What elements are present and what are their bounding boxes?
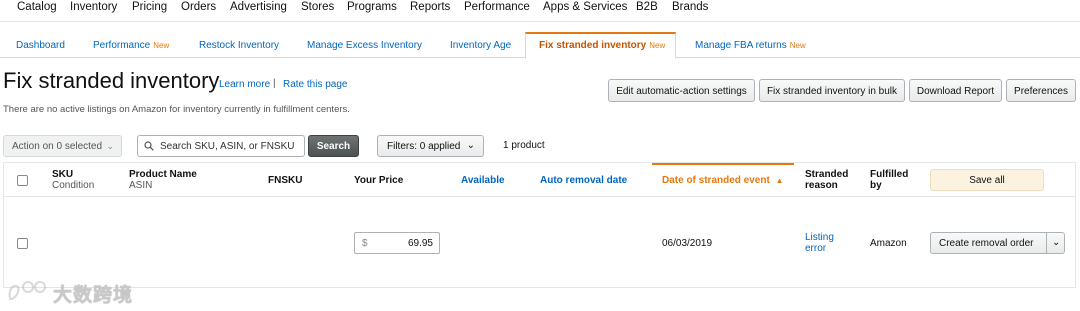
price-value: 69.95 bbox=[407, 238, 433, 249]
stranded-reason-link[interactable]: Listing error bbox=[805, 232, 834, 254]
chevron-down-icon[interactable]: ⌄ bbox=[1052, 237, 1060, 248]
tab-inventory-age[interactable]: Inventory Age bbox=[450, 32, 511, 58]
header-label: Stranded bbox=[805, 169, 849, 180]
edit-automatic-action-settings-button[interactable]: Edit automatic-action settings bbox=[608, 79, 755, 102]
learn-more-link[interactable]: Learn more bbox=[219, 79, 270, 90]
new-badge: New bbox=[789, 41, 806, 50]
reason-text: Listing bbox=[805, 232, 834, 243]
tab-label: Manage FBA returns bbox=[695, 40, 787, 51]
header-product-name[interactable]: Product Name ASIN bbox=[129, 169, 197, 191]
header-your-price: Your Price bbox=[354, 175, 404, 186]
tab-manage-excess-inventory[interactable]: Manage Excess Inventory bbox=[307, 32, 422, 58]
chevron-down-icon: ⌄ bbox=[466, 140, 475, 151]
sort-ascending-icon: ▲ bbox=[775, 176, 784, 185]
tab-label: Manage Excess Inventory bbox=[307, 40, 423, 51]
header-label: SKU bbox=[52, 169, 74, 180]
header-sku[interactable]: SKU Condition bbox=[52, 169, 94, 191]
stranded-inventory-table: SKU Condition Product Name ASIN FNSKU Yo… bbox=[3, 162, 1076, 288]
tab-performance[interactable]: Performance New bbox=[93, 32, 169, 58]
header-fnsku: FNSKU bbox=[268, 175, 303, 186]
rate-page-link[interactable]: Rate this page bbox=[283, 79, 348, 90]
search-input[interactable]: Search SKU, ASIN, or FNSKU bbox=[137, 135, 305, 157]
tab-restock-inventory[interactable]: Restock Inventory bbox=[199, 32, 279, 58]
tab-manage-fba-returns[interactable]: Manage FBA returns New bbox=[695, 32, 806, 58]
separator: | bbox=[273, 78, 276, 89]
removal-order-label: Create removal order bbox=[939, 238, 1034, 249]
filters-label: Filters: 0 applied bbox=[387, 141, 461, 152]
header-date-stranded-event[interactable]: Date of stranded event ▲ bbox=[662, 175, 784, 186]
table-header: SKU Condition Product Name ASIN FNSKU Yo… bbox=[4, 163, 1075, 197]
nav-catalog[interactable]: Catalog bbox=[17, 1, 57, 13]
header-sublabel: ASIN bbox=[129, 180, 153, 191]
nav-pricing[interactable]: Pricing bbox=[132, 1, 167, 13]
info-message: There are no active listings on Amazon f… bbox=[3, 104, 350, 115]
nav-reports[interactable]: Reports bbox=[410, 1, 450, 13]
tab-label: Inventory Age bbox=[450, 40, 512, 51]
search-placeholder: Search SKU, ASIN, or FNSKU bbox=[160, 141, 295, 152]
create-removal-order-button[interactable]: Create removal order ⌄ bbox=[930, 232, 1065, 254]
download-report-button[interactable]: Download Report bbox=[909, 79, 1002, 102]
page-title: Fix stranded inventory bbox=[3, 68, 220, 93]
save-all-button[interactable]: Save all bbox=[930, 169, 1044, 191]
tab-dashboard[interactable]: Dashboard bbox=[16, 32, 65, 58]
stranded-event-date: 06/03/2019 bbox=[662, 238, 713, 249]
select-all-checkbox[interactable] bbox=[17, 175, 28, 186]
fix-stranded-bulk-button[interactable]: Fix stranded inventory in bulk bbox=[759, 79, 905, 102]
new-badge: New bbox=[153, 41, 170, 50]
header-label: by bbox=[870, 180, 882, 191]
filters-dropdown[interactable]: Filters: 0 applied ⌄ bbox=[377, 135, 484, 157]
nav-apps-services[interactable]: Apps & Services bbox=[543, 1, 627, 13]
tab-label: Restock Inventory bbox=[199, 40, 280, 51]
nav-advertising[interactable]: Advertising bbox=[230, 1, 287, 13]
nav-programs[interactable]: Programs bbox=[347, 1, 397, 13]
preferences-button[interactable]: Preferences bbox=[1006, 79, 1076, 102]
chevron-down-icon: ⌄ bbox=[106, 141, 114, 151]
bulk-action-select[interactable]: Action on 0 selected ⌄ bbox=[3, 135, 122, 157]
price-input[interactable]: $ 69.95 bbox=[354, 232, 440, 254]
header-label: reason bbox=[805, 180, 838, 191]
reason-text: error bbox=[805, 243, 827, 254]
nav-inventory[interactable]: Inventory bbox=[70, 1, 117, 13]
header-available[interactable]: Available bbox=[461, 175, 505, 186]
header-auto-removal-date[interactable]: Auto removal date bbox=[540, 175, 627, 186]
product-count: 1 product bbox=[503, 140, 545, 151]
nav-orders[interactable]: Orders bbox=[181, 1, 216, 13]
watermark-logo-icon bbox=[8, 281, 46, 300]
nav-brands[interactable]: Brands bbox=[672, 1, 708, 13]
top-navigation: Catalog Inventory Pricing Orders Adverti… bbox=[0, 0, 1080, 22]
tab-label: Performance bbox=[93, 40, 151, 51]
nav-stores[interactable]: Stores bbox=[301, 1, 334, 13]
new-badge: New bbox=[649, 41, 666, 50]
header-label: Product Name bbox=[129, 169, 197, 180]
bulk-action-label: Action on 0 selected bbox=[12, 141, 103, 152]
search-button[interactable]: Search bbox=[308, 135, 359, 157]
nav-b2b[interactable]: B2B bbox=[636, 1, 658, 13]
header-stranded-reason: Stranded reason bbox=[805, 169, 848, 191]
fulfilled-by-value: Amazon bbox=[870, 238, 907, 249]
tab-fix-stranded-inventory[interactable]: Fix stranded inventory New bbox=[525, 32, 677, 59]
watermark-text: 大数跨境 bbox=[53, 285, 134, 306]
inventory-tabs: Dashboard Performance New Restock Invento… bbox=[0, 32, 1080, 59]
header-label: Date of stranded event bbox=[662, 175, 770, 186]
row-checkbox[interactable] bbox=[17, 238, 28, 249]
currency-symbol: $ bbox=[362, 238, 368, 249]
nav-performance[interactable]: Performance bbox=[464, 1, 530, 13]
split-divider bbox=[1046, 233, 1047, 253]
search-icon bbox=[144, 141, 154, 151]
tab-label: Fix stranded inventory bbox=[539, 40, 647, 51]
sorted-column-indicator bbox=[652, 163, 794, 165]
header-fulfilled-by: Fulfilled by bbox=[870, 169, 908, 191]
header-label: Fulfilled bbox=[870, 169, 909, 180]
header-sublabel: Condition bbox=[52, 180, 95, 191]
tab-label: Dashboard bbox=[16, 40, 65, 51]
